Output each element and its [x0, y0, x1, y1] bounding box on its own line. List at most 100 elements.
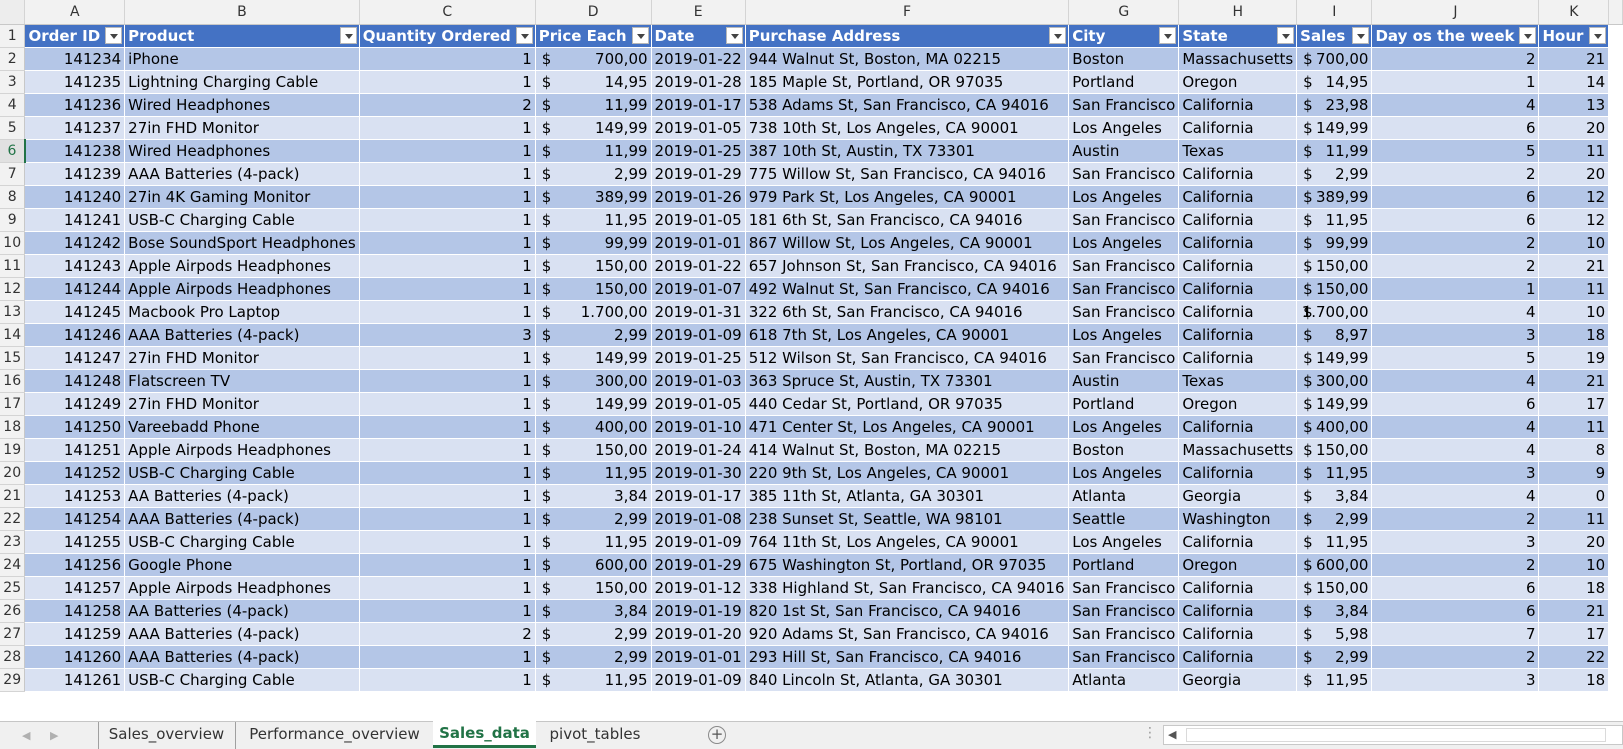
- cell-quantity[interactable]: 1: [359, 415, 536, 439]
- cell-product[interactable]: iPhone: [124, 47, 360, 71]
- cell-hour[interactable]: 18: [1538, 323, 1610, 347]
- cell-sales[interactable]: $3,84: [1296, 484, 1373, 508]
- cell-purchase-address[interactable]: 738 10th St, Los Angeles, CA 90001: [745, 116, 1070, 140]
- cell-day-of-week[interactable]: 6: [1371, 599, 1540, 623]
- cell-purchase-address[interactable]: 675 Washington St, Portland, OR 97035: [745, 553, 1070, 577]
- cell-product[interactable]: Wired Headphones: [124, 139, 360, 163]
- empty-cell[interactable]: [1608, 438, 1623, 462]
- header-cell[interactable]: Price Each: [535, 24, 652, 48]
- sheet-tab-1[interactable]: Sales_overview: [98, 722, 234, 749]
- cell-state[interactable]: California: [1178, 93, 1298, 117]
- cell-price-each[interactable]: $150,00: [535, 576, 652, 600]
- cell-order-id[interactable]: 141260: [24, 645, 126, 669]
- cell-state[interactable]: Washington: [1178, 507, 1298, 531]
- row-number[interactable]: 17: [0, 392, 26, 416]
- column-header-H[interactable]: H: [1178, 0, 1298, 25]
- cell-state[interactable]: California: [1178, 645, 1298, 669]
- cell-sales[interactable]: $2,99: [1296, 162, 1373, 186]
- cell-date[interactable]: 2019-01-09: [651, 530, 746, 554]
- cell-price-each[interactable]: $2,99: [535, 162, 652, 186]
- cell-purchase-address[interactable]: 363 Spruce St, Austin, TX 73301: [745, 369, 1070, 393]
- cell-hour[interactable]: 12: [1538, 208, 1610, 232]
- row-number[interactable]: 26: [0, 599, 26, 623]
- cell-sales[interactable]: $2,99: [1296, 507, 1373, 531]
- cell-hour[interactable]: 20: [1538, 530, 1610, 554]
- cell-quantity[interactable]: 1: [359, 70, 536, 94]
- cell-order-id[interactable]: 141256: [24, 553, 126, 577]
- cell-day-of-week[interactable]: 6: [1371, 208, 1540, 232]
- cell-date[interactable]: 2019-01-12: [651, 576, 746, 600]
- chevron-right-icon[interactable]: ▶: [50, 729, 60, 742]
- row-number[interactable]: 21: [0, 484, 26, 508]
- cell-purchase-address[interactable]: 385 11th St, Atlanta, GA 30301: [745, 484, 1070, 508]
- cell-price-each[interactable]: $3,84: [535, 599, 652, 623]
- cell-purchase-address[interactable]: 512 Wilson St, San Francisco, CA 94016: [745, 346, 1070, 370]
- cell-order-id[interactable]: 141250: [24, 415, 126, 439]
- cell-day-of-week[interactable]: 4: [1371, 93, 1540, 117]
- dropdown-filter-icon[interactable]: [1352, 26, 1370, 44]
- cell-order-id[interactable]: 141246: [24, 323, 126, 347]
- cell-state[interactable]: Georgia: [1178, 668, 1298, 692]
- header-cell[interactable]: Quantity Ordered: [359, 24, 536, 48]
- cell-state[interactable]: California: [1178, 576, 1298, 600]
- empty-cell[interactable]: [1608, 139, 1623, 163]
- cell-purchase-address[interactable]: 657 Johnson St, San Francisco, CA 94016: [745, 254, 1070, 278]
- row-number[interactable]: 25: [0, 576, 26, 600]
- cell-product[interactable]: Bose SoundSport Headphones: [124, 231, 360, 255]
- cell-date[interactable]: 2019-01-19: [651, 599, 746, 623]
- cell-order-id[interactable]: 141240: [24, 185, 126, 209]
- cell-product[interactable]: AAA Batteries (4-pack): [124, 162, 360, 186]
- cell-state[interactable]: Texas: [1178, 369, 1298, 393]
- cell-order-id[interactable]: 141253: [24, 484, 126, 508]
- cell-sales[interactable]: $5,98: [1296, 622, 1373, 646]
- cell-city[interactable]: San Francisco: [1068, 576, 1180, 600]
- cell-city[interactable]: San Francisco: [1068, 277, 1180, 301]
- cell-sales[interactable]: $149,99: [1296, 346, 1373, 370]
- cell-date[interactable]: 2019-01-22: [651, 254, 746, 278]
- cell-price-each[interactable]: $3,84: [535, 484, 652, 508]
- cell-city[interactable]: San Francisco: [1068, 300, 1180, 324]
- cell-date[interactable]: 2019-01-30: [651, 461, 746, 485]
- column-header-K[interactable]: K: [1538, 0, 1610, 25]
- cell-hour[interactable]: 11: [1538, 507, 1610, 531]
- cell-purchase-address[interactable]: 440 Cedar St, Portland, OR 97035: [745, 392, 1070, 416]
- cell-day-of-week[interactable]: 6: [1371, 116, 1540, 140]
- cell-date[interactable]: 2019-01-08: [651, 507, 746, 531]
- cell-state[interactable]: California: [1178, 415, 1298, 439]
- cell-city[interactable]: Austin: [1068, 369, 1180, 393]
- cell-state[interactable]: Georgia: [1178, 484, 1298, 508]
- cell-quantity[interactable]: 1: [359, 300, 536, 324]
- cell-state[interactable]: Massachusetts: [1178, 47, 1298, 71]
- cell-order-id[interactable]: 141234: [24, 47, 126, 71]
- cell-city[interactable]: Los Angeles: [1068, 185, 1180, 209]
- empty-cell[interactable]: [1608, 576, 1623, 600]
- cell-city[interactable]: Atlanta: [1068, 668, 1180, 692]
- cell-order-id[interactable]: 141235: [24, 70, 126, 94]
- cell-quantity[interactable]: 1: [359, 438, 536, 462]
- dropdown-filter-icon[interactable]: [105, 26, 123, 44]
- empty-cell[interactable]: [1608, 645, 1623, 669]
- cell-purchase-address[interactable]: 944 Walnut St, Boston, MA 02215: [745, 47, 1070, 71]
- row-number[interactable]: 9: [0, 208, 26, 232]
- row-number[interactable]: 6: [0, 139, 26, 163]
- cell-purchase-address[interactable]: 185 Maple St, Portland, OR 97035: [745, 70, 1070, 94]
- column-header-I[interactable]: I: [1296, 0, 1373, 25]
- cell-state[interactable]: California: [1178, 208, 1298, 232]
- cell-hour[interactable]: 10: [1538, 231, 1610, 255]
- cell-state[interactable]: California: [1178, 116, 1298, 140]
- empty-cell[interactable]: [1608, 231, 1623, 255]
- row-number[interactable]: 13: [0, 300, 26, 324]
- cell-hour[interactable]: 18: [1538, 576, 1610, 600]
- cell-date[interactable]: 2019-01-09: [651, 323, 746, 347]
- cell-product[interactable]: USB-C Charging Cable: [124, 461, 360, 485]
- cell-hour[interactable]: 13: [1538, 93, 1610, 117]
- empty-cell[interactable]: [1608, 346, 1623, 370]
- cell-quantity[interactable]: 1: [359, 231, 536, 255]
- row-number[interactable]: 1: [0, 24, 26, 48]
- cell-purchase-address[interactable]: 492 Walnut St, San Francisco, CA 94016: [745, 277, 1070, 301]
- cell-sales[interactable]: $400,00: [1296, 415, 1373, 439]
- cell-order-id[interactable]: 141261: [24, 668, 126, 692]
- cell-product[interactable]: 27in FHD Monitor: [124, 346, 360, 370]
- cell-order-id[interactable]: 141238: [24, 139, 126, 163]
- cell-city[interactable]: Boston: [1068, 438, 1180, 462]
